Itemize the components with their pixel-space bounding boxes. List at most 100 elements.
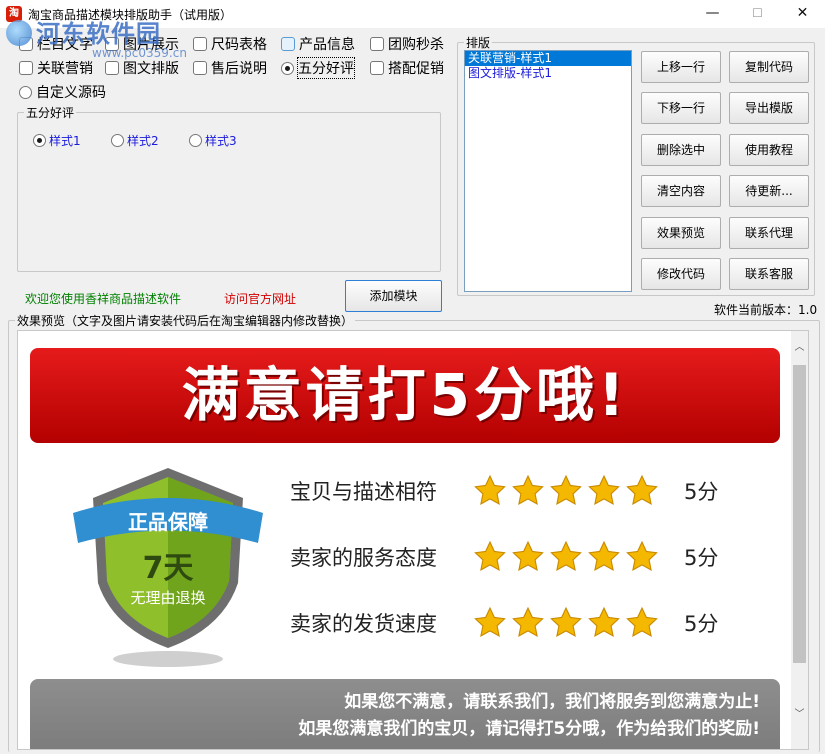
star-icon	[588, 474, 620, 505]
checkbox-box	[370, 37, 384, 51]
list-item[interactable]: 关联营销-样式1	[465, 51, 631, 66]
star-icon	[550, 540, 582, 571]
copy-code-button[interactable]: 复制代码	[729, 51, 809, 83]
star-icon	[474, 606, 506, 637]
star-icon	[626, 606, 658, 637]
checkbox-label: 自定义源码	[36, 85, 106, 101]
checkbox-label: 图文排版	[123, 61, 179, 77]
preview-scrollbar[interactable]: ︿ ﹀	[791, 331, 808, 749]
star-rating	[472, 474, 662, 508]
checkbox-label: 关联营销	[37, 61, 93, 77]
style-group-label: 五分好评	[24, 104, 77, 121]
rating-score: 5分	[684, 546, 719, 570]
welcome-link[interactable]: 欢迎您使用香祥商品描述软件	[25, 290, 181, 307]
edit-code-button[interactable]: 修改代码	[641, 258, 721, 290]
watermark-url: www.pc0359.cn	[92, 46, 187, 60]
star-icon	[626, 474, 658, 505]
preview-pane[interactable]: 满意请打5分哦! 正品保障 7天 无理由退换 宝贝与描述相符 5分 卖家的服务态…	[17, 330, 809, 750]
maximize-button[interactable]: ☐	[735, 0, 780, 28]
radio-label: 五分好评	[297, 57, 355, 79]
radio-label: 样式2	[127, 134, 159, 148]
rating-row: 卖家的服务态度 5分	[290, 539, 718, 575]
radio-label: 样式1	[49, 134, 81, 148]
add-module-button[interactable]: 添加模块	[345, 280, 442, 312]
layout-group-label: 排版	[464, 34, 493, 51]
official-site-link[interactable]: 访问官方网址	[224, 290, 296, 307]
radio-dot	[111, 134, 124, 147]
pending-update-button[interactable]: 待更新...	[729, 175, 809, 207]
rating-row: 卖家的发货速度 5分	[290, 605, 718, 641]
star-icon	[474, 474, 506, 505]
checkbox-box	[105, 61, 119, 75]
clear-content-button[interactable]: 清空内容	[641, 175, 721, 207]
minimize-button[interactable]: —	[690, 0, 735, 28]
star-icon	[588, 606, 620, 637]
rating-score: 5分	[684, 612, 719, 636]
tutorial-button[interactable]: 使用教程	[729, 134, 809, 166]
checkbox-box	[19, 61, 33, 75]
move-up-button[interactable]: 上移一行	[641, 51, 721, 83]
star-icon	[550, 474, 582, 505]
shield-days-text: 7天	[143, 551, 194, 586]
module-radio-five-star-review[interactable]: 五分好评	[281, 57, 355, 79]
radio-dot	[189, 134, 202, 147]
preview-footer: 如果您不满意，请联系我们，我们将服务到您满意为止! 如果您满意我们的宝贝，请记得…	[30, 679, 780, 749]
watermark-logo-icon	[6, 20, 32, 46]
checkbox-box	[370, 61, 384, 75]
star-icon	[550, 606, 582, 637]
module-checkbox-after-sales[interactable]: 售后说明	[193, 58, 267, 78]
checkbox-box	[193, 37, 207, 51]
star-icon	[512, 474, 544, 505]
preview-group-label: 效果预览（文字及图片请安装代码后在淘宝编辑器内修改替换）	[15, 312, 356, 329]
list-item[interactable]: 图文排版-样式1	[465, 66, 631, 81]
checkbox-label: 尺码表格	[211, 37, 267, 53]
module-checkbox-image-text-layout[interactable]: 图文排版	[105, 58, 179, 78]
star-icon	[474, 540, 506, 571]
version-label: 软件当前版本：1.0	[714, 303, 818, 317]
contact-support-button[interactable]: 联系客服	[729, 258, 809, 290]
rating-score: 5分	[684, 480, 719, 504]
module-checkbox-product-info[interactable]: 产品信息	[281, 34, 355, 54]
star-rating	[472, 606, 662, 640]
rating-label: 宝贝与描述相符	[290, 480, 437, 504]
delete-selected-button[interactable]: 删除选中	[641, 134, 721, 166]
scroll-up-icon[interactable]: ︿	[791, 339, 808, 356]
star-icon	[512, 606, 544, 637]
app-window: 淘 淘宝商品描述模块排版助手（试用版） — ☐ ✕ 栏目文字 图片展示 尺码表格…	[0, 0, 825, 754]
radio-dot	[281, 61, 294, 75]
module-checkbox-bundle-promo[interactable]: 搭配促销	[370, 58, 444, 78]
checkbox-label: 产品信息	[299, 37, 355, 53]
radio-dot	[33, 134, 46, 147]
close-button[interactable]: ✕	[780, 0, 825, 28]
checkbox-label: 售后说明	[211, 61, 267, 77]
checkbox-box	[193, 61, 207, 75]
preview-banner: 满意请打5分哦!	[30, 348, 780, 443]
export-template-button[interactable]: 导出模版	[729, 92, 809, 124]
radio-label: 样式3	[205, 134, 237, 148]
style-option-2[interactable]: 样式2	[111, 132, 159, 149]
checkbox-box	[281, 37, 295, 51]
star-icon	[588, 540, 620, 571]
preview-effect-button[interactable]: 效果预览	[641, 217, 721, 249]
style-option-1[interactable]: 样式1	[33, 132, 81, 149]
star-icon	[626, 540, 658, 571]
watermark-text: 河东软件园	[36, 19, 161, 48]
footer-line: 如果您满意我们的宝贝，请记得打5分哦，作为给我们的奖励!	[298, 719, 760, 739]
module-checkbox-related-marketing[interactable]: 关联营销	[19, 58, 93, 78]
scroll-thumb[interactable]	[793, 365, 806, 663]
radio-dot	[19, 85, 32, 99]
star-rating	[472, 540, 662, 574]
module-checkbox-group-buy[interactable]: 团购秒杀	[370, 34, 444, 54]
layout-listbox[interactable]: 关联营销-样式1 图文排版-样式1	[464, 50, 632, 292]
guarantee-shield-icon: 正品保障 7天 无理由退换	[73, 468, 263, 667]
checkbox-label: 团购秒杀	[388, 37, 444, 53]
style-group: 五分好评 样式1 样式2 样式3	[17, 104, 441, 272]
scroll-down-icon[interactable]: ﹀	[791, 706, 808, 723]
move-down-button[interactable]: 下移一行	[641, 92, 721, 124]
module-checkbox-custom-source[interactable]: 自定义源码	[19, 82, 106, 102]
contact-agent-button[interactable]: 联系代理	[729, 217, 809, 249]
shield-top-text: 正品保障	[128, 510, 208, 534]
module-checkbox-size-table[interactable]: 尺码表格	[193, 34, 267, 54]
rating-label: 卖家的服务态度	[290, 546, 437, 570]
style-option-3[interactable]: 样式3	[189, 132, 237, 149]
